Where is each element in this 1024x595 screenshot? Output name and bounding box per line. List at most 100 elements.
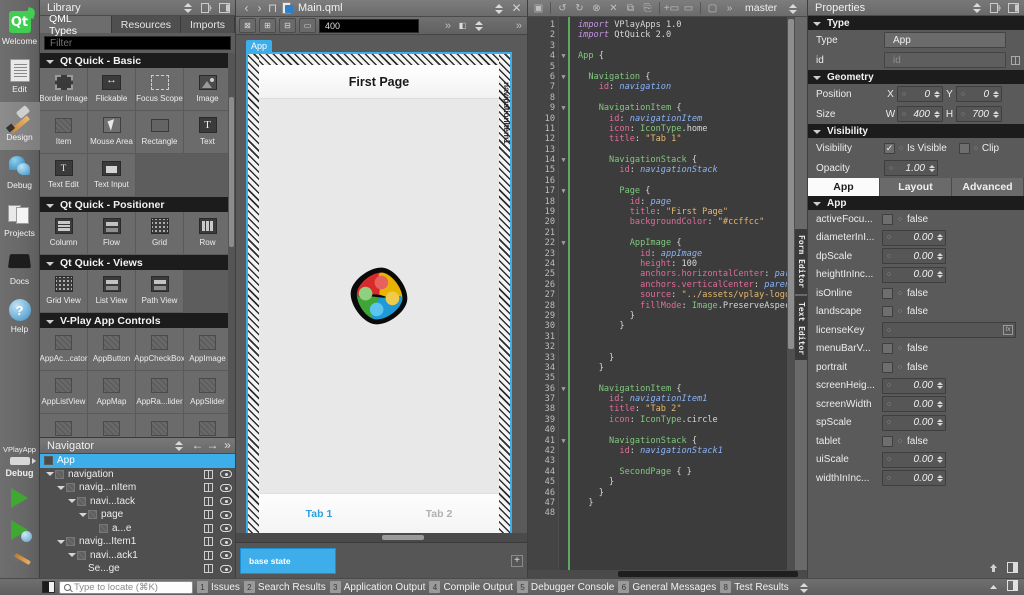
app-property-checkbox[interactable]	[882, 343, 893, 355]
section-type[interactable]: Type	[808, 16, 1024, 30]
app-property-number-field[interactable]: ○ 0.00	[882, 451, 946, 468]
sort-arrows-icon[interactable]	[181, 1, 193, 14]
sort-arrows-icon[interactable]	[970, 1, 982, 14]
item-text[interactable]: T Text	[184, 111, 232, 154]
section-qt-quick-views[interactable]: Qt Quick - Views	[40, 255, 235, 270]
position-x-spinner[interactable]	[933, 90, 940, 98]
type-value-field[interactable]: App	[884, 32, 1006, 48]
app-property-number-field[interactable]: ○ 0.00	[882, 266, 946, 283]
expander-icon[interactable]	[55, 485, 66, 490]
cut-icon[interactable]: ✕	[606, 1, 621, 15]
section-vplay-app-controls[interactable]: V-Play App Controls	[40, 313, 235, 328]
item-apptabbar[interactable]: AppTabBar	[88, 414, 136, 437]
item-grid[interactable]: Grid	[136, 212, 184, 255]
item-path-view[interactable]: Path View	[136, 270, 184, 313]
collapse-output-icon[interactable]	[988, 582, 999, 593]
more-icon[interactable]: »	[220, 439, 235, 452]
app-property-text-field[interactable]: ○ fx	[882, 322, 1016, 339]
position-y-field[interactable]: ○ 0	[956, 86, 1002, 102]
code-vscrollbar[interactable]	[787, 17, 795, 570]
item-grid-view[interactable]: Grid View	[40, 270, 88, 313]
output-pane-issues[interactable]: 1 Issues	[197, 581, 240, 593]
export-icon[interactable]	[199, 510, 217, 520]
item-list-view[interactable]: List View	[88, 270, 136, 313]
fold-marker[interactable]: ▼	[559, 384, 568, 394]
locator-field[interactable]: Type to locate (⌘K)	[59, 580, 193, 594]
output-pane-search-results[interactable]: 2 Search Results	[243, 581, 326, 593]
app-property-number-field[interactable]: ○ 0.00	[882, 470, 946, 487]
section-qt-quick-positioner[interactable]: Qt Quick - Positioner	[40, 197, 235, 212]
app-property-number-field[interactable]: ○ 0.00	[882, 248, 946, 265]
section-qt-quick-basic[interactable]: Qt Quick - Basic	[40, 53, 235, 68]
app-property-checkbox[interactable]	[882, 361, 893, 373]
mode-projects[interactable]: Projects	[0, 198, 40, 246]
eye-icon[interactable]	[217, 537, 235, 546]
item-item[interactable]: Item	[40, 111, 88, 154]
nav-item-navigation-item[interactable]: navig...nItem	[40, 481, 235, 495]
close-icon[interactable]: ✕	[510, 1, 523, 15]
app-property-number-field[interactable]: ○ 0.00	[882, 396, 946, 413]
eye-icon[interactable]	[217, 524, 235, 533]
tab-app[interactable]: App	[808, 178, 880, 196]
fold-marker[interactable]: ▼	[559, 103, 568, 113]
item-focus-scope[interactable]: Focus Scope	[136, 68, 184, 111]
item-border-image[interactable]: Border Image	[40, 68, 88, 111]
device-preview[interactable]: First Page Tab 1 Tab 2 navigationItem1	[246, 52, 512, 539]
item-flow[interactable]: Flow	[88, 212, 136, 255]
remove-bookmark-icon[interactable]: ▭	[681, 1, 696, 15]
nav-item-navigation-stack1[interactable]: navi...ack1	[40, 549, 235, 563]
no-snapping-icon[interactable]: ⊠	[239, 18, 256, 33]
paste-icon[interactable]: ⎘	[640, 1, 655, 15]
redo-icon[interactable]: ↻	[572, 1, 587, 15]
show-bounding-rects-icon[interactable]: ▭	[299, 18, 316, 33]
output-pane-test-results[interactable]: 8 Test Results	[720, 581, 789, 593]
is-visible-checkbox[interactable]: ✓	[884, 142, 895, 154]
editor-overflow-icon[interactable]: »	[722, 1, 737, 15]
item-appbutton[interactable]: AppButton	[88, 328, 136, 371]
root-item-badge[interactable]: App	[246, 40, 273, 52]
app-property-spinner[interactable]	[936, 419, 943, 427]
export-icon[interactable]	[199, 523, 217, 533]
side-tab-form-editor[interactable]: Form Editor	[794, 228, 807, 294]
export-icon[interactable]	[199, 496, 217, 506]
opacity-spinner[interactable]	[928, 164, 935, 172]
toggle-sidebar-icon[interactable]	[42, 581, 55, 593]
sort-arrows-icon[interactable]	[172, 439, 184, 452]
app-property-spinner[interactable]	[936, 382, 943, 390]
position-x-field[interactable]: ○ 0	[897, 86, 943, 102]
app-property-spinner[interactable]	[936, 400, 943, 408]
app-property-spinner[interactable]	[936, 271, 943, 279]
item-flickable[interactable]: Flickable	[88, 68, 136, 111]
item-text-input[interactable]: Text Input	[88, 154, 136, 197]
opacity-field[interactable]: ○ 1.00	[884, 160, 938, 176]
snap-anchors-icon[interactable]: ⊞	[259, 18, 276, 33]
size-w-spinner[interactable]	[933, 110, 940, 118]
fold-marker[interactable]: ▼	[559, 238, 568, 248]
export-icon[interactable]	[199, 469, 217, 479]
copy-icon[interactable]: ⧉	[623, 1, 638, 15]
kit-selector-button[interactable]	[9, 457, 36, 465]
item-apprangeslider[interactable]: AppRa...lider	[136, 371, 184, 414]
app-property-spinner[interactable]	[936, 252, 943, 260]
fold-marker[interactable]: ▼	[559, 186, 568, 196]
add-bookmark-icon[interactable]: +▭	[664, 1, 679, 15]
output-pane-debugger-console[interactable]: 5 Debugger Console	[516, 581, 614, 593]
item-appactivityindicator[interactable]: AppAc...cator	[40, 328, 88, 371]
filter-input[interactable]	[50, 37, 230, 49]
expander-icon[interactable]	[44, 472, 55, 477]
fold-marker[interactable]: ▼	[559, 436, 568, 446]
tab-layout[interactable]: Layout	[880, 178, 952, 196]
item-apptabbutton[interactable]: AppTa...utton	[136, 414, 184, 437]
form-editor-canvas[interactable]: App First Page Tab 1 Tab 2 navigationIte…	[236, 35, 527, 542]
export-icon[interactable]	[199, 537, 217, 547]
size-h-spinner[interactable]	[992, 110, 999, 118]
item-appmap[interactable]: AppMap	[88, 371, 136, 414]
split-editor-icon[interactable]: ▢	[705, 1, 720, 15]
app-property-number-field[interactable]: ○ 0.00	[882, 377, 946, 394]
eye-icon[interactable]	[217, 564, 235, 573]
run-button[interactable]	[7, 485, 33, 511]
item-applistview[interactable]: AppListView	[40, 371, 88, 414]
clear-icon[interactable]: ⊗	[589, 1, 604, 15]
expander-icon[interactable]	[55, 539, 66, 544]
export-icon[interactable]	[199, 550, 217, 560]
